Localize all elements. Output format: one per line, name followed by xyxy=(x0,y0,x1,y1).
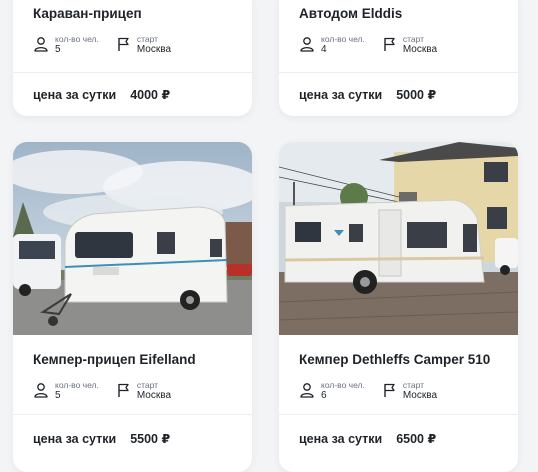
capacity-label: кол-во чел. xyxy=(55,380,99,390)
card-specs: кол-во чел. 5 старт Москва xyxy=(33,34,171,56)
price-row: цена за сутки 5500 ₽ xyxy=(33,431,170,446)
rental-card[interactable]: Кемпер-прицеп Eifelland кол-во чел. 5 ст… xyxy=(13,142,252,472)
card-divider xyxy=(13,414,252,415)
start-spec: старт Москва xyxy=(117,380,171,402)
person-icon xyxy=(300,383,314,398)
start-value: Москва xyxy=(136,390,171,401)
card-divider xyxy=(279,414,518,415)
caravan-photo[interactable] xyxy=(279,142,518,335)
person-icon xyxy=(34,383,48,398)
price-value: 5000 ₽ xyxy=(396,88,437,102)
price-value: 5500 ₽ xyxy=(130,432,171,446)
price-value: 6500 ₽ xyxy=(396,432,437,446)
capacity-label: кол-во чел. xyxy=(55,34,99,44)
card-specs: кол-во чел. 5 старт Москва xyxy=(33,380,171,402)
capacity-value: 4 xyxy=(321,44,327,55)
card-specs: кол-во чел. 6 старт Москва xyxy=(299,380,437,402)
capacity-spec: кол-во чел. 4 xyxy=(299,34,365,56)
capacity-label: кол-во чел. xyxy=(321,34,365,44)
flag-icon xyxy=(384,383,395,397)
start-label: старт xyxy=(402,34,425,44)
price-row: цена за сутки 6500 ₽ xyxy=(299,431,436,446)
price-value: 4000 ₽ xyxy=(130,88,171,102)
start-label: старт xyxy=(136,380,159,390)
caravan-photo[interactable] xyxy=(13,142,252,335)
capacity-spec: кол-во чел. 6 xyxy=(299,380,365,402)
start-label: старт xyxy=(402,380,425,390)
person-icon xyxy=(300,37,314,52)
capacity-value: 6 xyxy=(321,390,327,401)
start-label: старт xyxy=(136,34,159,44)
capacity-value: 5 xyxy=(55,390,61,401)
card-specs: кол-во чел. 4 старт Москва xyxy=(299,34,437,56)
capacity-spec: кол-во чел. 5 xyxy=(33,34,99,56)
card-divider xyxy=(13,72,252,73)
card-title[interactable]: Кемпер-прицеп Eifelland xyxy=(33,352,196,367)
capacity-spec: кол-во чел. 5 xyxy=(33,380,99,402)
card-title[interactable]: Кемпер Dethleffs Camper 510 xyxy=(299,352,490,367)
card-title[interactable]: Караван-прицеп xyxy=(33,6,142,21)
card-title[interactable]: Автодом Elddis xyxy=(299,6,402,21)
flag-icon xyxy=(384,37,395,51)
price-label: цена за сутки xyxy=(299,432,383,446)
start-value: Москва xyxy=(402,390,437,401)
start-spec: старт Москва xyxy=(383,380,437,402)
start-value: Москва xyxy=(136,44,171,55)
card-divider xyxy=(279,72,518,73)
flag-icon xyxy=(118,383,129,397)
price-label: цена за сутки xyxy=(33,88,117,102)
start-spec: старт Москва xyxy=(117,34,171,56)
rental-card[interactable]: Караван-прицеп кол-во чел. 5 старт Москв… xyxy=(13,0,252,116)
price-row: цена за сутки 5000 ₽ xyxy=(299,87,436,102)
rental-card[interactable]: Автодом Elddis кол-во чел. 4 старт Москв… xyxy=(279,0,518,116)
capacity-label: кол-во чел. xyxy=(321,380,365,390)
capacity-value: 5 xyxy=(55,44,61,55)
price-label: цена за сутки xyxy=(33,432,117,446)
start-spec: старт Москва xyxy=(383,34,437,56)
price-row: цена за сутки 4000 ₽ xyxy=(33,87,170,102)
flag-icon xyxy=(118,37,129,51)
start-value: Москва xyxy=(402,44,437,55)
rental-card[interactable]: Кемпер Dethleffs Camper 510 кол-во чел. … xyxy=(279,142,518,472)
person-icon xyxy=(34,37,48,52)
price-label: цена за сутки xyxy=(299,88,383,102)
